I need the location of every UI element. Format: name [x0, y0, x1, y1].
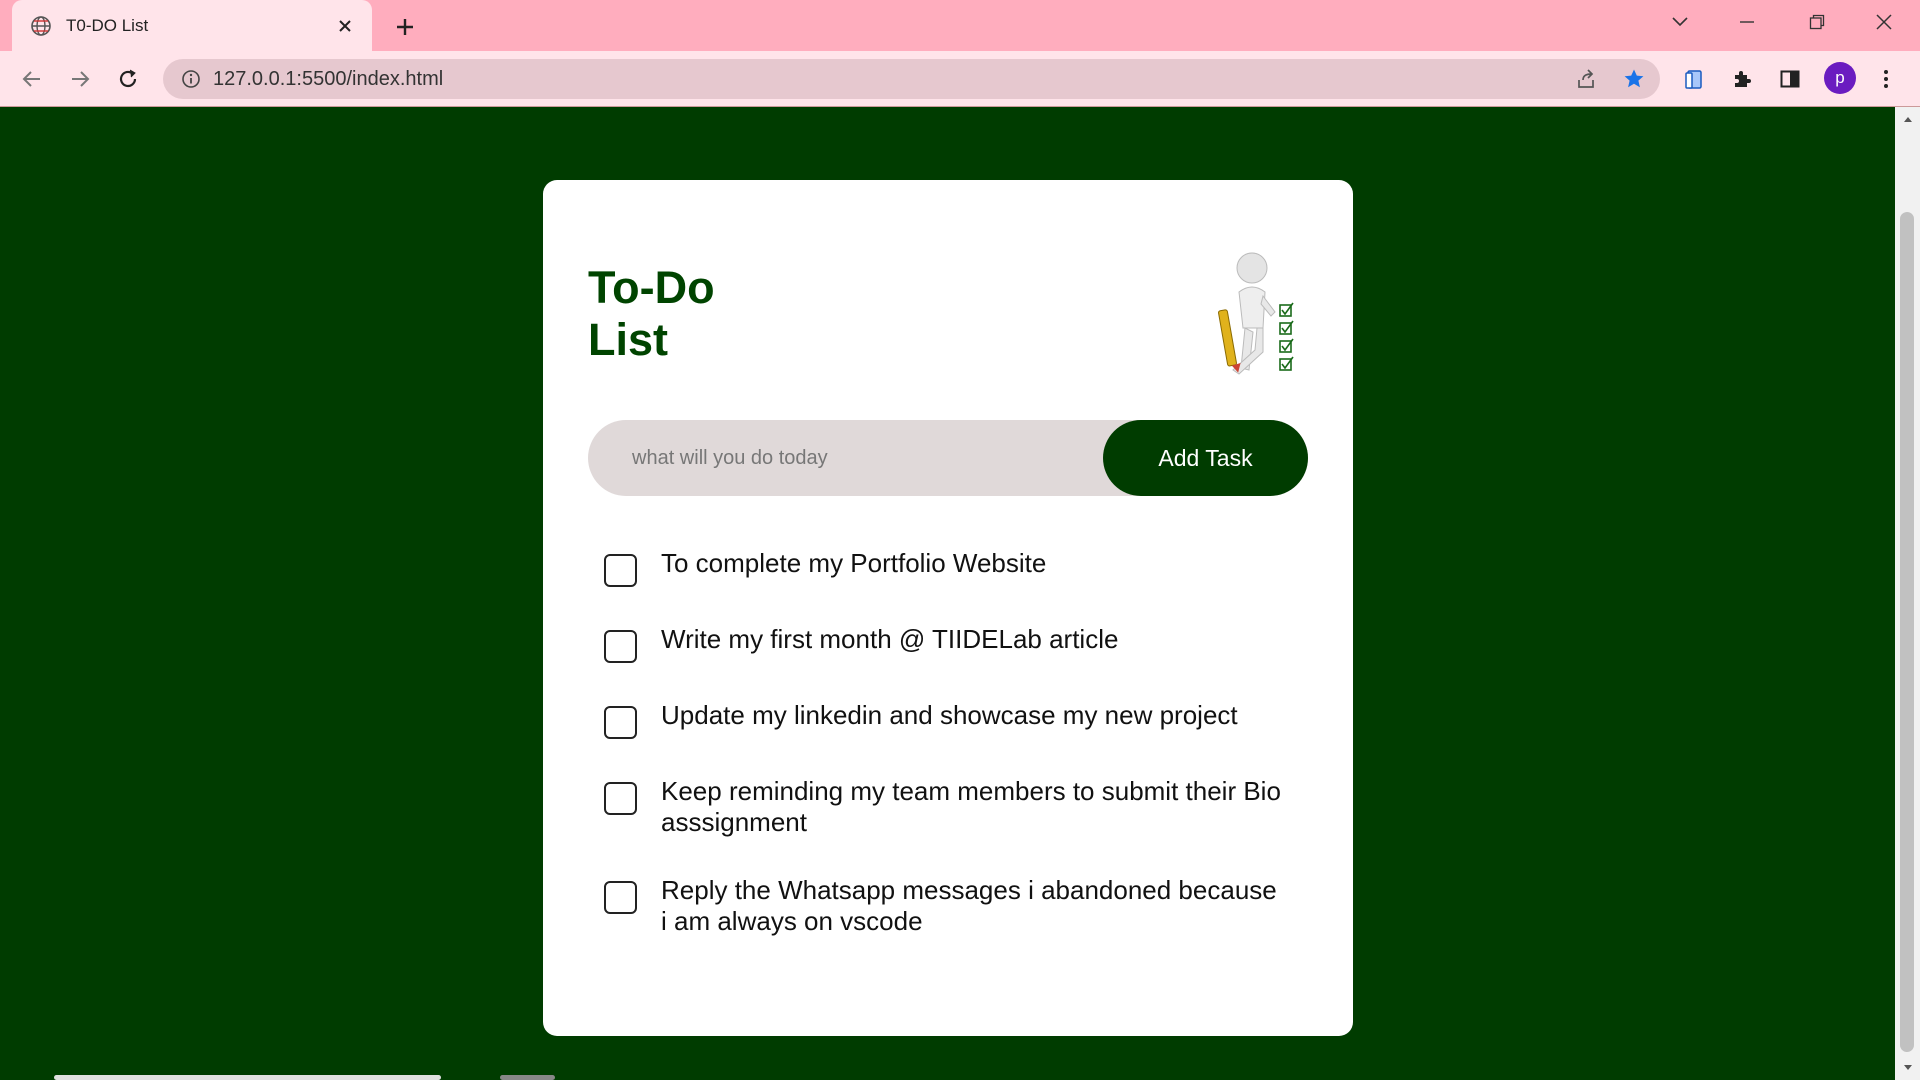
share-icon[interactable]	[1570, 63, 1602, 95]
task-item[interactable]: Reply the Whatsapp messages i abandoned …	[588, 875, 1308, 937]
task-checkbox[interactable]	[604, 630, 637, 663]
tab-search-icon[interactable]	[1658, 6, 1702, 38]
page-viewport: To-Do List what will you do today Add Ta…	[0, 107, 1895, 1080]
extensions-icon[interactable]	[1726, 63, 1758, 95]
add-task-button[interactable]: Add Task	[1103, 420, 1308, 496]
task-checkbox[interactable]	[604, 782, 637, 815]
globe-icon	[28, 13, 54, 39]
reload-icon[interactable]	[112, 63, 144, 95]
menu-kebab-icon[interactable]	[1870, 63, 1902, 95]
restore-icon[interactable]	[1795, 6, 1839, 38]
task-text: Write my first month @ TIIDELab article	[661, 624, 1119, 654]
title-line-2: List	[588, 314, 669, 365]
side-panel-icon[interactable]	[1774, 63, 1806, 95]
task-item[interactable]: Keep reminding my team members to submit…	[588, 776, 1308, 838]
add-task-bar: Add Task	[588, 420, 1308, 496]
task-checkbox[interactable]	[604, 706, 637, 739]
horizontal-scroll-indicator	[54, 1075, 441, 1080]
close-window-icon[interactable]	[1862, 6, 1906, 38]
page-title: To-Do List	[588, 262, 788, 366]
task-checkbox[interactable]	[604, 881, 637, 914]
url-text: 127.0.0.1:5500/index.html	[213, 67, 444, 90]
title-line-1: To-Do	[588, 262, 715, 313]
scroll-down-arrow-icon[interactable]	[1895, 1058, 1920, 1078]
browser-toolbar: 127.0.0.1:5500/index.html	[0, 51, 1920, 107]
task-item[interactable]: Update my linkedin and showcase my new p…	[588, 700, 1308, 739]
back-arrow-icon[interactable]	[16, 63, 48, 95]
vertical-scrollbar[interactable]	[1895, 107, 1920, 1080]
task-text: Reply the Whatsapp messages i abandoned …	[661, 875, 1277, 936]
address-bar[interactable]: 127.0.0.1:5500/index.html	[163, 59, 1660, 99]
minimize-icon[interactable]	[1725, 6, 1769, 38]
new-tab-icon[interactable]	[390, 12, 420, 42]
tab-strip: T0-DO List	[0, 0, 1920, 51]
task-checkbox[interactable]	[604, 554, 637, 587]
horizontal-scroll-indicator-secondary	[500, 1075, 555, 1080]
site-info-icon[interactable]	[169, 59, 213, 99]
scroll-up-arrow-icon[interactable]	[1895, 109, 1920, 129]
task-list: To complete my Portfolio Website Write m…	[588, 548, 1308, 974]
task-text: Keep reminding my team members to submit…	[661, 776, 1281, 837]
task-text: To complete my Portfolio Website	[661, 548, 1047, 578]
task-item[interactable]: To complete my Portfolio Website	[588, 548, 1308, 587]
todo-card: To-Do List what will you do today Add Ta…	[543, 180, 1353, 1036]
tab-title: T0-DO List	[66, 15, 149, 35]
task-input[interactable]	[588, 420, 1058, 496]
scrollbar-thumb[interactable]	[1900, 212, 1914, 1052]
task-text: Update my linkedin and showcase my new p…	[661, 700, 1238, 730]
checklist-figure-illustration	[1205, 250, 1305, 380]
bookmark-star-icon[interactable]	[1618, 63, 1650, 95]
profile-avatar[interactable]: p	[1824, 62, 1856, 94]
forward-arrow-icon[interactable]	[64, 63, 96, 95]
task-item[interactable]: Write my first month @ TIIDELab article	[588, 624, 1308, 663]
close-tab-icon[interactable]	[332, 13, 358, 39]
reading-mode-icon[interactable]	[1678, 63, 1710, 95]
browser-tab[interactable]: T0-DO List	[12, 0, 372, 51]
